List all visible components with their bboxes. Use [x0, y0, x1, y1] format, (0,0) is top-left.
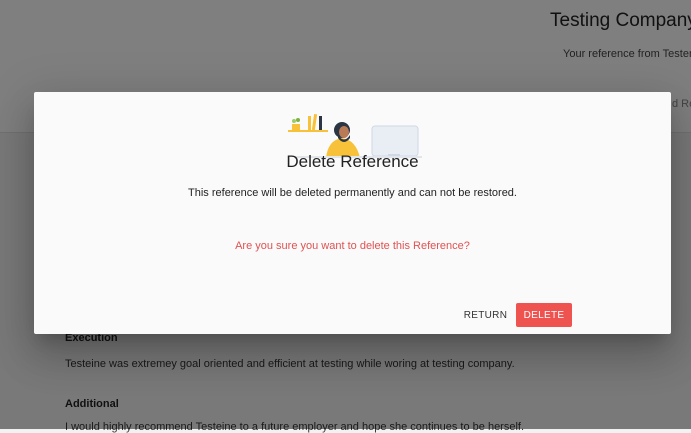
person-at-computer-illustration: [288, 113, 422, 158]
dialog-title: Delete Reference: [286, 152, 419, 171]
dialog-warning-text: Are you sure you want to delete this Ref…: [235, 240, 470, 252]
return-button[interactable]: RETURN: [459, 303, 512, 327]
delete-reference-dialog: Delete Reference This reference will be …: [34, 92, 671, 334]
dialog-body-text: This reference will be deleted permanent…: [188, 187, 517, 199]
delete-button[interactable]: DELETE: [516, 303, 572, 327]
